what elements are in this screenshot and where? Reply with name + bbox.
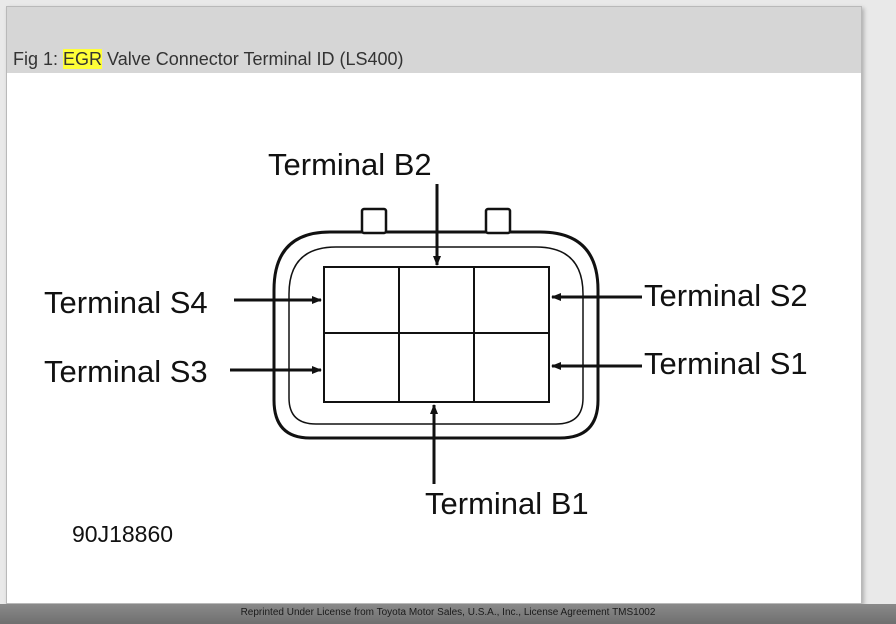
connector-tab-left [360,207,388,235]
connector-tab-right [484,207,512,235]
footer-bar: Reprinted Under License from Toyota Moto… [0,604,896,624]
terminal-b2-label: Terminal B2 [268,147,432,182]
terminal-s3-label: Terminal S3 [44,354,208,389]
terminal-s4-label: Terminal S4 [44,285,208,320]
terminal-s1-label: Terminal S1 [644,346,808,381]
license-notice: Reprinted Under License from Toyota Moto… [240,607,656,618]
terminal-s2-label: Terminal S2 [644,278,808,313]
terminal-grid [323,266,550,403]
terminal-b1-label: Terminal B1 [425,486,589,521]
connector-diagram: Terminal B2 Terminal S4 Terminal S3 Term… [44,147,808,547]
figure-code: 90J18860 [72,521,173,547]
